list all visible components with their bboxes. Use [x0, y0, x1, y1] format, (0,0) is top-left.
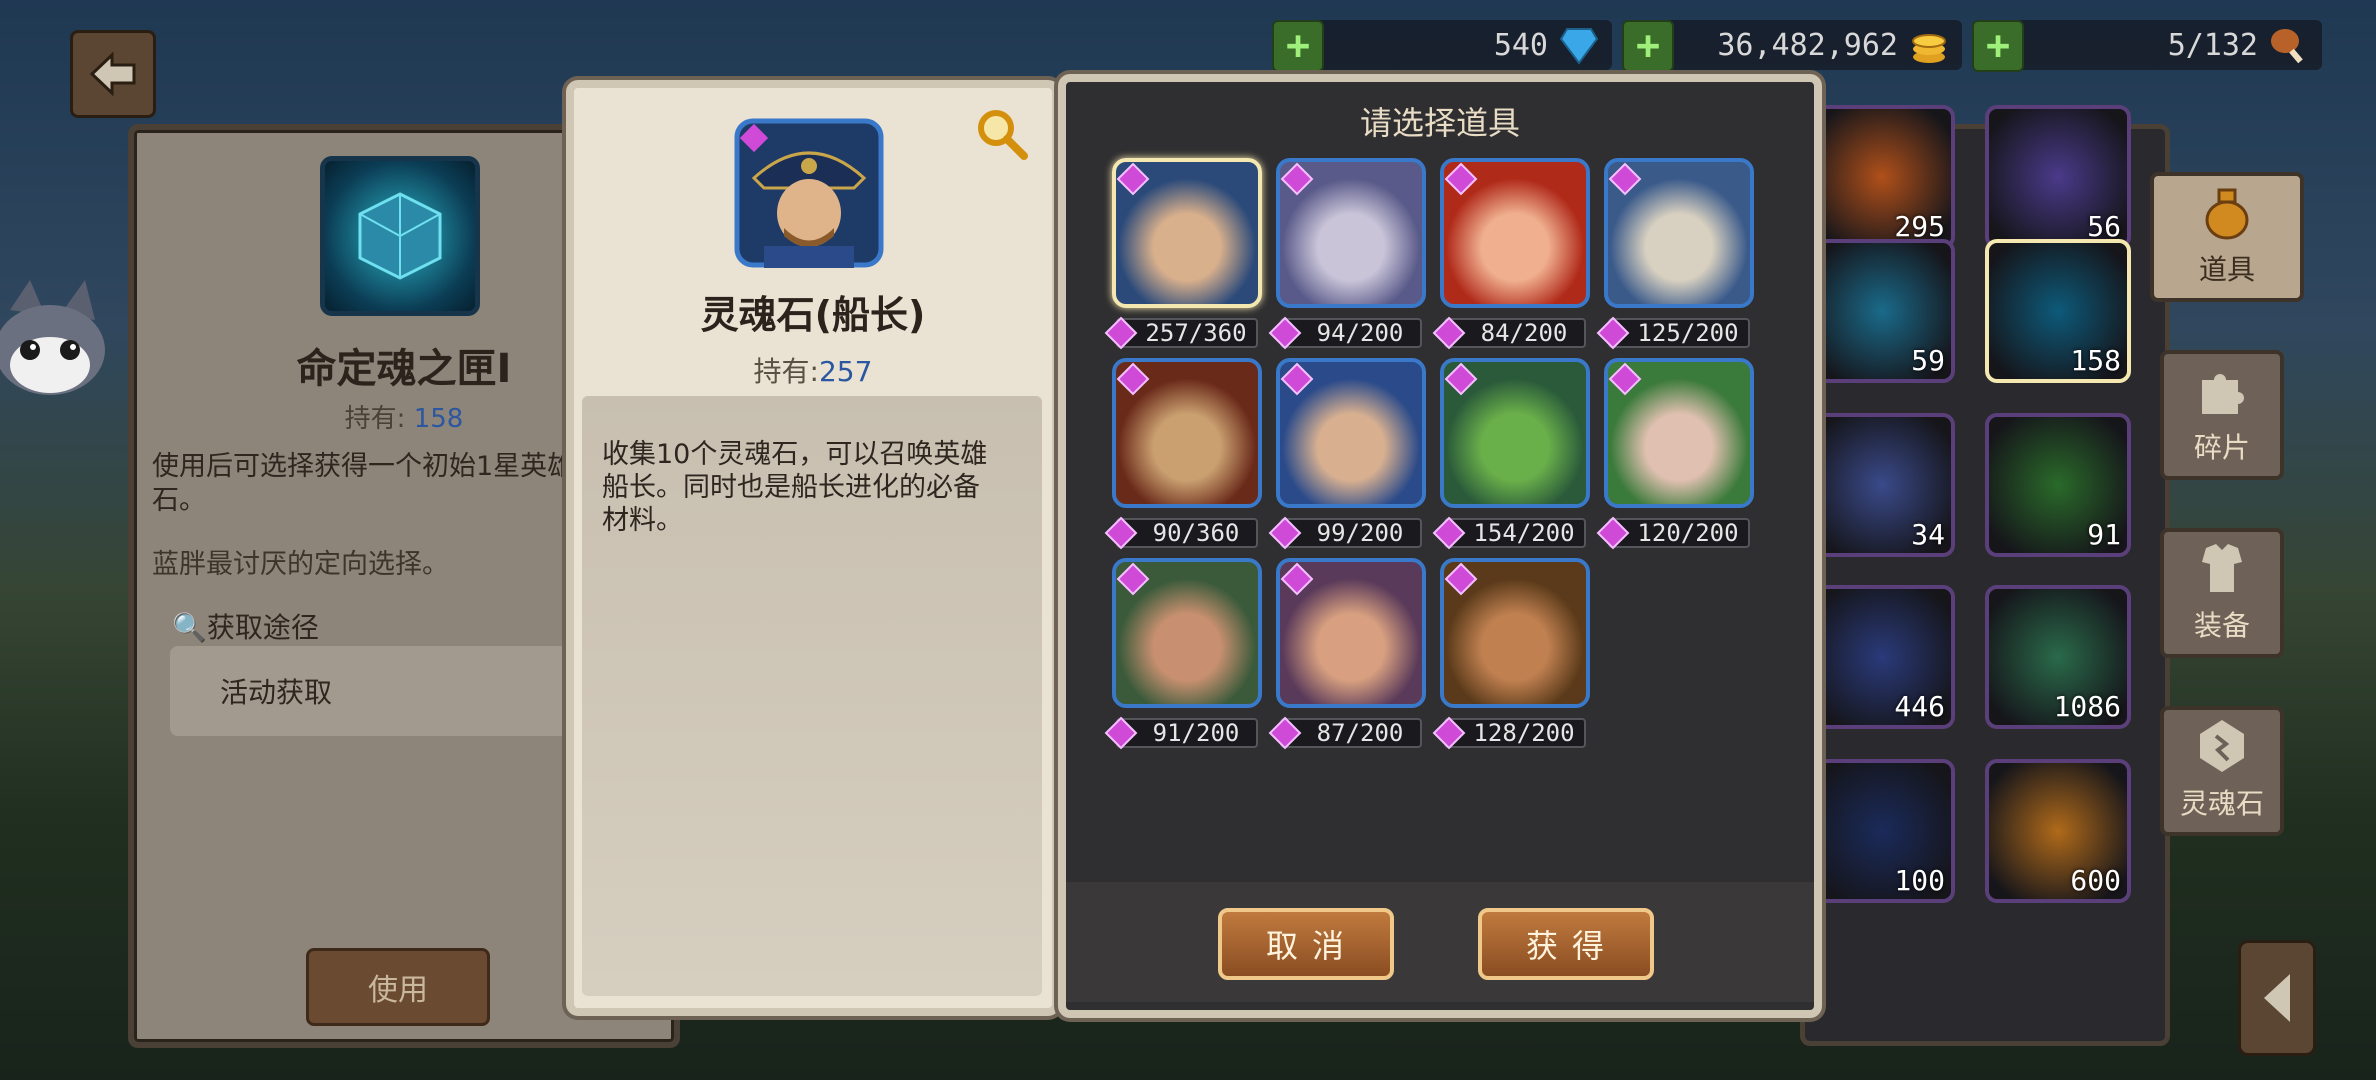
- soul-stone-count: 87/200: [1268, 716, 1422, 750]
- purple-gem-icon: [1280, 562, 1314, 596]
- purple-gem-icon: [1444, 362, 1478, 396]
- soul-stone-count: 125/200: [1596, 316, 1750, 350]
- money-bag-icon: [2205, 188, 2249, 240]
- inventory-item[interactable]: 158: [1985, 239, 2131, 383]
- purple-gem-icon: [1608, 162, 1642, 196]
- purple-gem-icon: [1432, 716, 1466, 750]
- inventory-item[interactable]: 56: [1985, 105, 2131, 249]
- meat-drumstick-icon: [2266, 22, 2312, 68]
- inventory-item[interactable]: 100: [1809, 759, 1955, 903]
- stamina-counter: + 5/132: [1972, 20, 2322, 72]
- purple-gem-icon: [1104, 316, 1138, 350]
- search-icon: 🔍: [172, 611, 207, 644]
- hero-soul-stone-option[interactable]: 87/200: [1268, 558, 1426, 752]
- item-select-panel: 请选择道具 257/360 94/200 84/200 125/200 90/360 99…: [1058, 74, 1822, 1018]
- soul-stone-count: 128/200: [1432, 716, 1586, 750]
- inventory-item[interactable]: 600: [1985, 759, 2131, 903]
- gem-counter: + 540: [1272, 20, 1612, 72]
- scroll-left-button[interactable]: [2238, 940, 2316, 1056]
- inventory-item[interactable]: 34: [1809, 413, 1955, 557]
- soul-stone-count: 90/360: [1104, 516, 1258, 550]
- purple-gem-icon: [1116, 162, 1150, 196]
- soul-stone-description: 收集10个灵魂石，可以召唤英雄船长。同时也是船长进化的必备材料。: [602, 439, 988, 536]
- arrow-left-icon: [89, 51, 136, 97]
- soul-stone-count: 91/200: [1104, 716, 1258, 750]
- chevron-left-icon: [2264, 974, 2290, 1022]
- back-button[interactable]: [70, 30, 156, 118]
- purple-gem-icon: [1268, 516, 1302, 550]
- add-gems-button[interactable]: +: [1272, 20, 1324, 72]
- soul-stone-count: 154/200: [1432, 516, 1586, 550]
- purple-gem-icon: [1608, 362, 1642, 396]
- soul-stone-name: 灵魂石(船长): [700, 293, 926, 337]
- puzzle-piece-icon: [2202, 374, 2244, 414]
- captain-portrait: [734, 118, 884, 268]
- soul-stone-count: 99/200: [1268, 516, 1422, 550]
- soul-stone-count: 94/200: [1268, 316, 1422, 350]
- soul-stone-icon: [2200, 720, 2244, 772]
- gem-amount: 540: [1493, 27, 1548, 63]
- purple-gem-icon: [1104, 716, 1138, 750]
- purple-gem-icon: [1116, 562, 1150, 596]
- gold-counter: + 36,482,962: [1622, 20, 1962, 72]
- inventory-item[interactable]: 446: [1809, 585, 1955, 729]
- soul-box-icon: [320, 156, 480, 316]
- soul-stone-count: 84/200: [1432, 316, 1586, 350]
- purple-gem-icon: [1268, 316, 1302, 350]
- hero-soul-stone-option[interactable]: 84/200: [1432, 158, 1590, 352]
- armor-icon: [2202, 544, 2242, 592]
- purple-gem-icon: [1104, 516, 1138, 550]
- description-box: 收集10个灵魂石，可以召唤英雄船长。同时也是船长进化的必备材料。: [582, 396, 1042, 996]
- diamond-icon: [1556, 22, 1602, 68]
- soul-stone-count: 120/200: [1596, 516, 1750, 550]
- hero-soul-stone-option[interactable]: 120/200: [1596, 358, 1754, 552]
- purple-gem-icon: [1280, 162, 1314, 196]
- hero-soul-stone-option[interactable]: 154/200: [1432, 358, 1590, 552]
- cancel-button[interactable]: 取消: [1218, 908, 1394, 980]
- tab-equipment[interactable]: 装备: [2160, 528, 2284, 658]
- coin-stack-icon: [1906, 22, 1952, 68]
- hero-soul-stone-option[interactable]: 94/200: [1268, 158, 1426, 352]
- stamina-amount: 5/132: [2167, 27, 2258, 63]
- gold-amount: 36,482,962: [1717, 27, 1898, 63]
- panel-title: 请选择道具: [1359, 104, 1520, 142]
- owned-count: 持有:257: [753, 355, 873, 388]
- purple-gem-icon: [1444, 162, 1478, 196]
- tab-soul-stones[interactable]: 灵魂石: [2160, 706, 2284, 836]
- purple-gem-icon: [1432, 516, 1466, 550]
- purple-gem-icon: [1444, 562, 1478, 596]
- hero-soul-stone-option[interactable]: 91/200: [1104, 558, 1262, 752]
- purple-gem-icon: [1280, 362, 1314, 396]
- inventory-item[interactable]: 91: [1985, 413, 2131, 557]
- purple-gem-icon: [1268, 716, 1302, 750]
- hero-soul-stone-option[interactable]: 257/360: [1104, 158, 1262, 352]
- tab-fragments[interactable]: 碎片: [2160, 350, 2284, 480]
- add-stamina-button[interactable]: +: [1972, 20, 2024, 72]
- use-button[interactable]: 使用: [306, 948, 490, 1026]
- soul-stone-detail-card: 灵魂石(船长) 持有:257 收集10个灵魂石，可以召唤英雄船长。同时也是船长进…: [566, 80, 1060, 1016]
- purple-gem-icon: [1596, 316, 1630, 350]
- purple-gem-icon: [1116, 362, 1150, 396]
- hero-soul-stone-option[interactable]: 128/200: [1432, 558, 1590, 752]
- soul-stone-count: 257/360: [1104, 316, 1258, 350]
- hero-soul-stone-option[interactable]: 99/200: [1268, 358, 1426, 552]
- inventory-grid: 295 56 59 158 34 91 446 1086 100 600: [1800, 105, 2170, 1046]
- add-gold-button[interactable]: +: [1622, 20, 1674, 72]
- inventory-item[interactable]: 59: [1809, 239, 1955, 383]
- button-bar: [1066, 882, 1814, 1002]
- purple-gem-icon: [1596, 516, 1630, 550]
- confirm-button[interactable]: 获得: [1478, 908, 1654, 980]
- source-section-title: 🔍获取途径: [172, 611, 319, 644]
- purple-gem-icon: [1432, 316, 1466, 350]
- inventory-item[interactable]: 295: [1809, 105, 1955, 249]
- inventory-item[interactable]: 1086: [1985, 585, 2131, 729]
- cat-mascot-icon: [0, 280, 105, 395]
- hero-soul-stone-option[interactable]: 125/200: [1596, 158, 1754, 352]
- magnifier-icon[interactable]: [974, 106, 1030, 162]
- hero-soul-stone-option[interactable]: 90/360: [1104, 358, 1262, 552]
- tab-items[interactable]: 道具: [2150, 172, 2304, 302]
